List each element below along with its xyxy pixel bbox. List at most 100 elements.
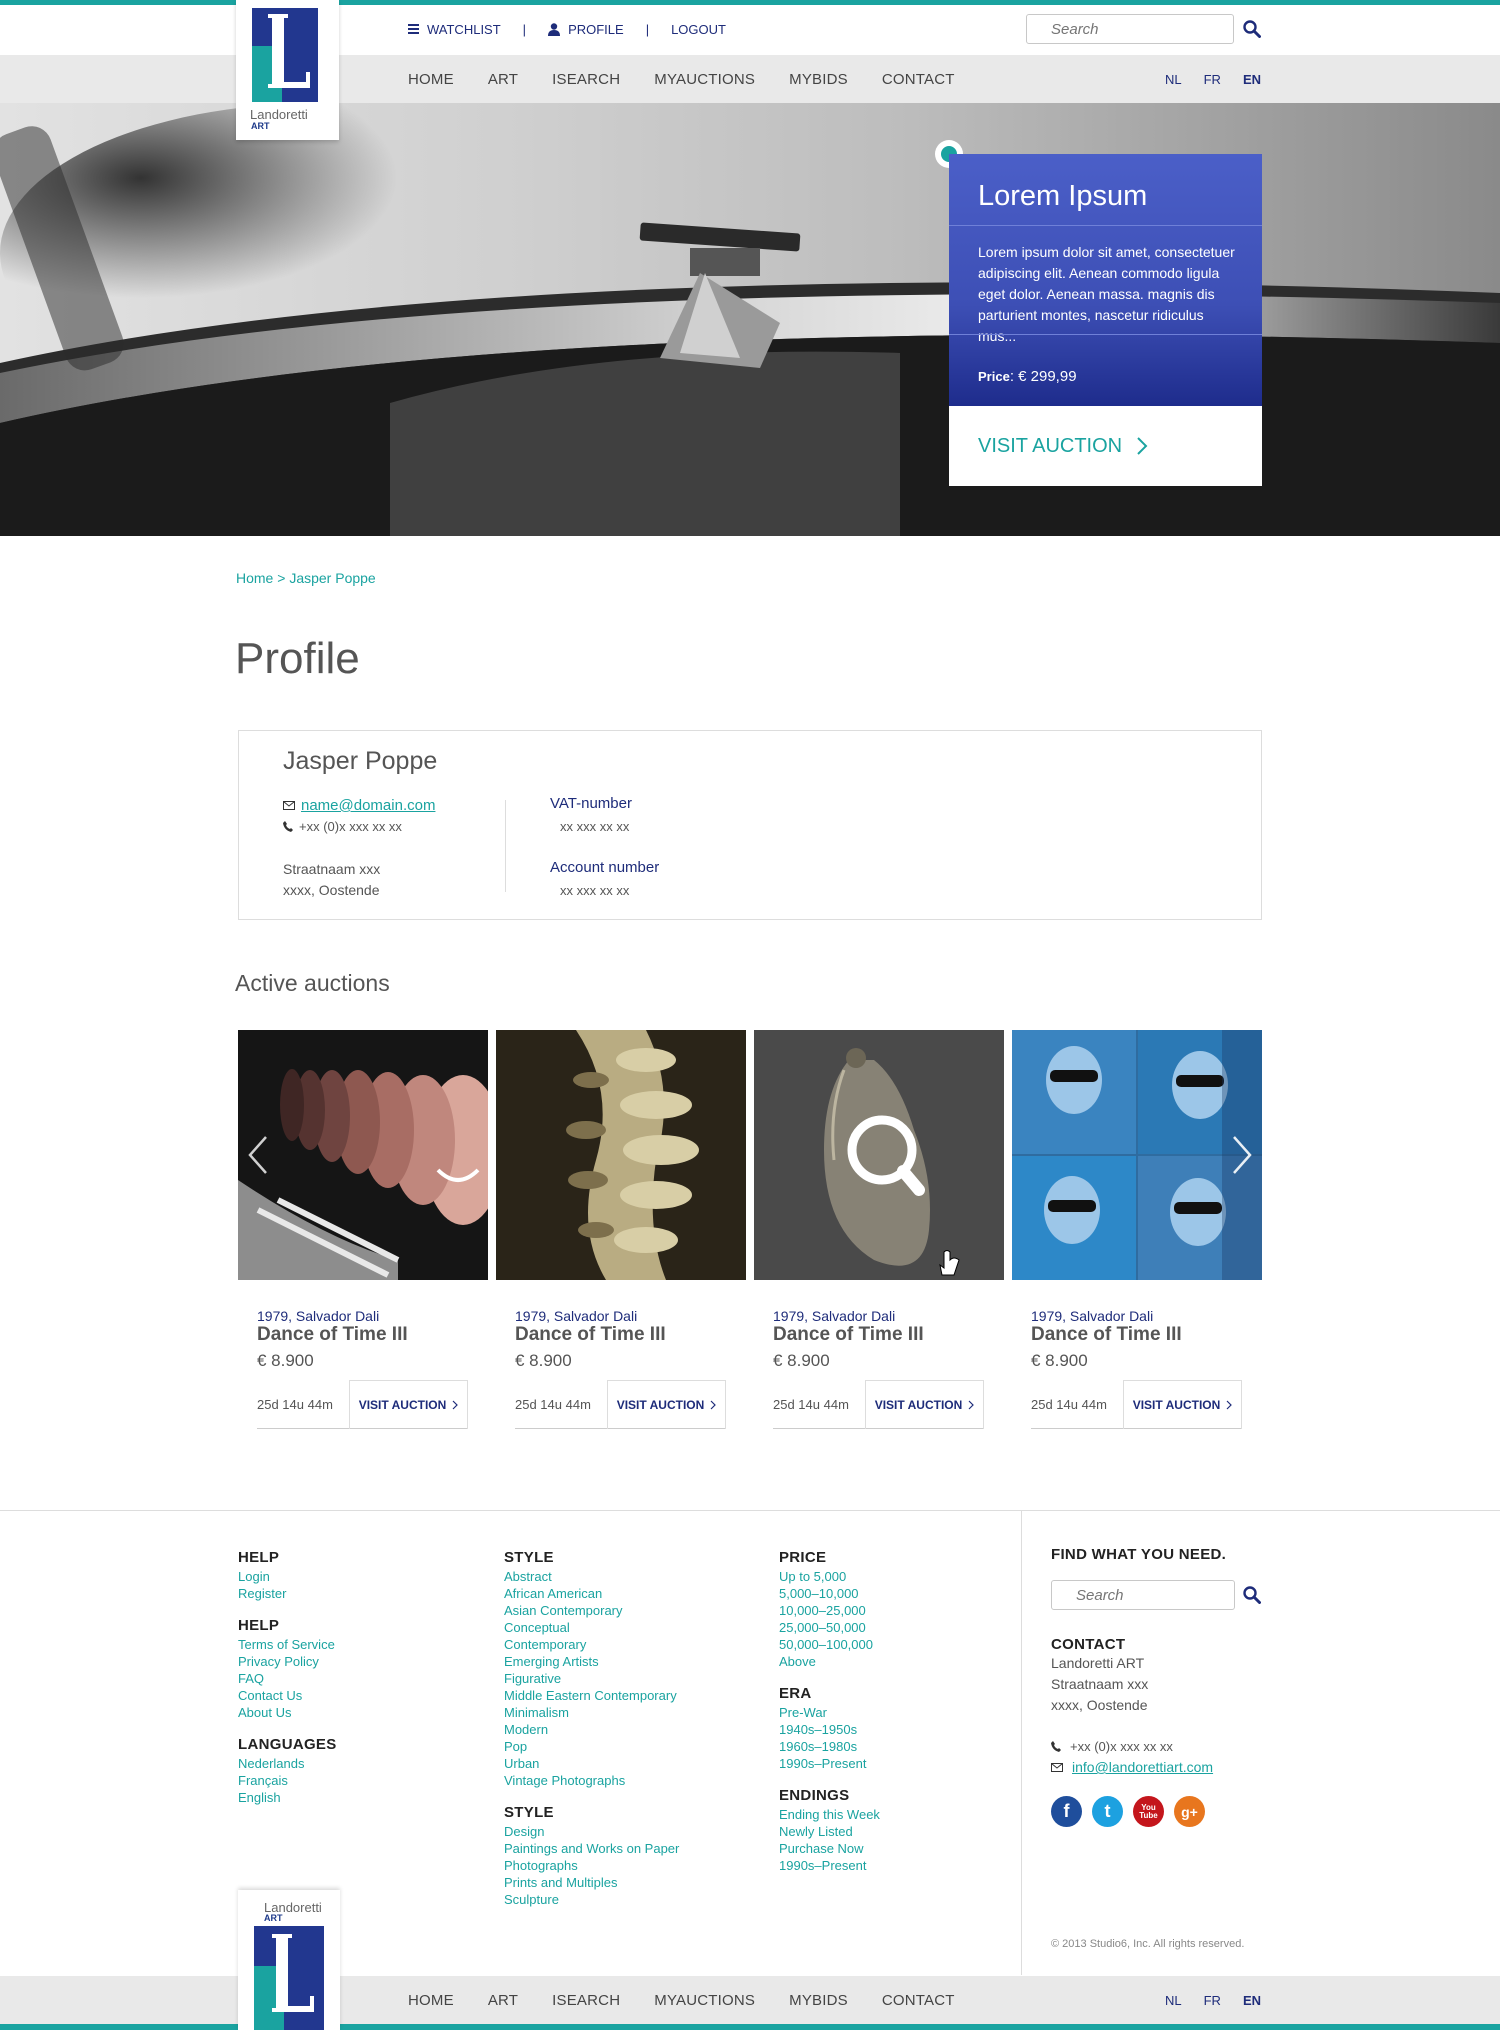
- hero-visit-auction-button[interactable]: VISIT AUCTION: [949, 406, 1262, 486]
- nav-mybids[interactable]: MYBIDS: [789, 71, 848, 88]
- footer-logo[interactable]: Landoretti ART: [238, 1890, 340, 2030]
- footer-link[interactable]: 1960s–1980s: [779, 1738, 880, 1755]
- nav-contact[interactable]: CONTACT: [882, 71, 955, 88]
- footer-link[interactable]: Prints and Multiples: [504, 1874, 679, 1891]
- footer-nav-art[interactable]: ART: [488, 1992, 518, 2009]
- footer-link[interactable]: Pop: [504, 1738, 679, 1755]
- footer-link[interactable]: Newly Listed: [779, 1823, 880, 1840]
- vat-label: VAT-number: [550, 795, 632, 812]
- panel-divider: [949, 334, 1262, 335]
- footer-link[interactable]: Nederlands: [238, 1755, 337, 1772]
- contact-email-link[interactable]: info@landorettiart.com: [1072, 1757, 1213, 1778]
- footer-link[interactable]: Français: [238, 1772, 337, 1789]
- nav-isearch[interactable]: ISEARCH: [552, 71, 620, 88]
- footer-link[interactable]: Conceptual: [504, 1619, 679, 1636]
- footer-link[interactable]: About Us: [238, 1704, 337, 1721]
- footer-link[interactable]: Asian Contemporary: [504, 1602, 679, 1619]
- visit-auction-button[interactable]: VISIT AUCTION: [1123, 1379, 1242, 1429]
- visit-auction-button[interactable]: VISIT AUCTION: [349, 1379, 468, 1429]
- twitter-icon[interactable]: t: [1092, 1796, 1123, 1827]
- footer-nav-isearch[interactable]: ISEARCH: [552, 1992, 620, 2009]
- facebook-icon[interactable]: f: [1051, 1796, 1082, 1827]
- logout-link[interactable]: LOGOUT: [671, 22, 726, 37]
- footer-search-button[interactable]: [1241, 1584, 1263, 1606]
- footer-link[interactable]: Minimalism: [504, 1704, 679, 1721]
- breadcrumb-home[interactable]: Home: [236, 570, 273, 586]
- footer-nav-myauctions[interactable]: MYAUCTIONS: [654, 1992, 755, 2009]
- footer-nav-contact[interactable]: CONTACT: [882, 1992, 955, 2009]
- footer-link[interactable]: Figurative: [504, 1670, 679, 1687]
- profile-card: Jasper Poppe name@domain.com +xx (0)x xx…: [238, 730, 1262, 920]
- footer-link[interactable]: 50,000–100,000: [779, 1636, 880, 1653]
- footer-link[interactable]: Vintage Photographs: [504, 1772, 679, 1789]
- footer-link[interactable]: FAQ: [238, 1670, 337, 1687]
- auction-time-left: 25d 14u 44m: [773, 1396, 849, 1412]
- footer-link[interactable]: Register: [238, 1585, 337, 1602]
- lang-en[interactable]: EN: [1243, 1993, 1261, 2008]
- visit-auction-button[interactable]: VISIT AUCTION: [607, 1379, 726, 1429]
- auction-image[interactable]: [496, 1030, 746, 1280]
- footer-link[interactable]: Ending this Week: [779, 1806, 880, 1823]
- footer-link[interactable]: 10,000–25,000: [779, 1602, 880, 1619]
- footer-link[interactable]: 5,000–10,000: [779, 1585, 880, 1602]
- footer-link[interactable]: Purchase Now: [779, 1840, 880, 1857]
- footer-link[interactable]: Emerging Artists: [504, 1653, 679, 1670]
- lang-nl[interactable]: NL: [1165, 1993, 1182, 2008]
- lang-fr[interactable]: FR: [1204, 72, 1221, 87]
- header-search-button[interactable]: [1241, 18, 1263, 40]
- footer-link[interactable]: Design: [504, 1823, 679, 1840]
- footer-link[interactable]: Modern: [504, 1721, 679, 1738]
- auction-time-left: 25d 14u 44m: [257, 1396, 333, 1412]
- footer-link[interactable]: English: [238, 1789, 337, 1806]
- footer-link[interactable]: Paintings and Works on Paper: [504, 1840, 679, 1857]
- footer-link[interactable]: 1990s–Present: [779, 1755, 880, 1772]
- footer-link[interactable]: Up to 5,000: [779, 1568, 880, 1585]
- carousel-next-button[interactable]: [1222, 1030, 1262, 1280]
- lang-fr[interactable]: FR: [1204, 1993, 1221, 2008]
- breadcrumb-current[interactable]: Jasper Poppe: [289, 570, 375, 586]
- auction-footer: 25d 14u 44m VISIT AUCTION: [773, 1379, 984, 1429]
- profile-link[interactable]: PROFILE: [548, 22, 624, 37]
- footer-link[interactable]: 25,000–50,000: [779, 1619, 880, 1636]
- nav-art[interactable]: ART: [488, 71, 518, 88]
- footer-link[interactable]: Terms of Service: [238, 1636, 337, 1653]
- footer-top-divider: [0, 1510, 1500, 1511]
- site-logo[interactable]: Landoretti ART: [236, 0, 339, 140]
- footer-link[interactable]: Above: [779, 1653, 880, 1670]
- footer-link[interactable]: 1990s–Present: [779, 1857, 880, 1874]
- googleplus-icon[interactable]: g+: [1174, 1796, 1205, 1827]
- footer-link[interactable]: Abstract: [504, 1568, 679, 1585]
- footer-link[interactable]: Contemporary: [504, 1636, 679, 1653]
- footer-search-input[interactable]: [1051, 1580, 1235, 1610]
- profile-email-link[interactable]: name@domain.com: [301, 797, 435, 814]
- header-search-input[interactable]: [1026, 14, 1234, 44]
- lang-nl[interactable]: NL: [1165, 72, 1182, 87]
- chevron-left-icon: [248, 1136, 267, 1174]
- footer-link[interactable]: Urban: [504, 1755, 679, 1772]
- footer-link[interactable]: Login: [238, 1568, 337, 1585]
- carousel-prev-button[interactable]: [238, 1030, 278, 1280]
- footer-link[interactable]: Privacy Policy: [238, 1653, 337, 1670]
- watchlist-link[interactable]: WATCHLIST: [408, 22, 501, 37]
- footer-nav-home[interactable]: HOME: [408, 1992, 454, 2009]
- footer-link[interactable]: Contact Us: [238, 1687, 337, 1704]
- footer-link[interactable]: Photographs: [504, 1857, 679, 1874]
- footer-nav-mybids[interactable]: MYBIDS: [789, 1992, 848, 2009]
- footer-language-switch: NL FR EN: [1165, 1976, 1261, 2024]
- chevron-right-icon: [1226, 1400, 1233, 1409]
- lang-en[interactable]: EN: [1243, 72, 1261, 87]
- footer-heading: LANGUAGES: [238, 1736, 337, 1753]
- youtube-icon[interactable]: You Tube: [1133, 1796, 1164, 1827]
- footer-link[interactable]: African American: [504, 1585, 679, 1602]
- footer-link[interactable]: 1940s–1950s: [779, 1721, 880, 1738]
- footer-link[interactable]: Pre-War: [779, 1704, 880, 1721]
- footer-link[interactable]: Middle Eastern Contemporary: [504, 1687, 679, 1704]
- auction-image[interactable]: [754, 1030, 1004, 1280]
- account-value: xx xxx xx xx: [560, 883, 630, 898]
- footer-heading: STYLE: [504, 1549, 554, 1566]
- footer-link[interactable]: Sculpture: [504, 1891, 679, 1908]
- nav-home[interactable]: HOME: [408, 71, 454, 88]
- visit-auction-button[interactable]: VISIT AUCTION: [865, 1379, 984, 1429]
- profile-phone: +xx (0)x xxx xx xx: [299, 819, 402, 834]
- nav-myauctions[interactable]: MYAUCTIONS: [654, 71, 755, 88]
